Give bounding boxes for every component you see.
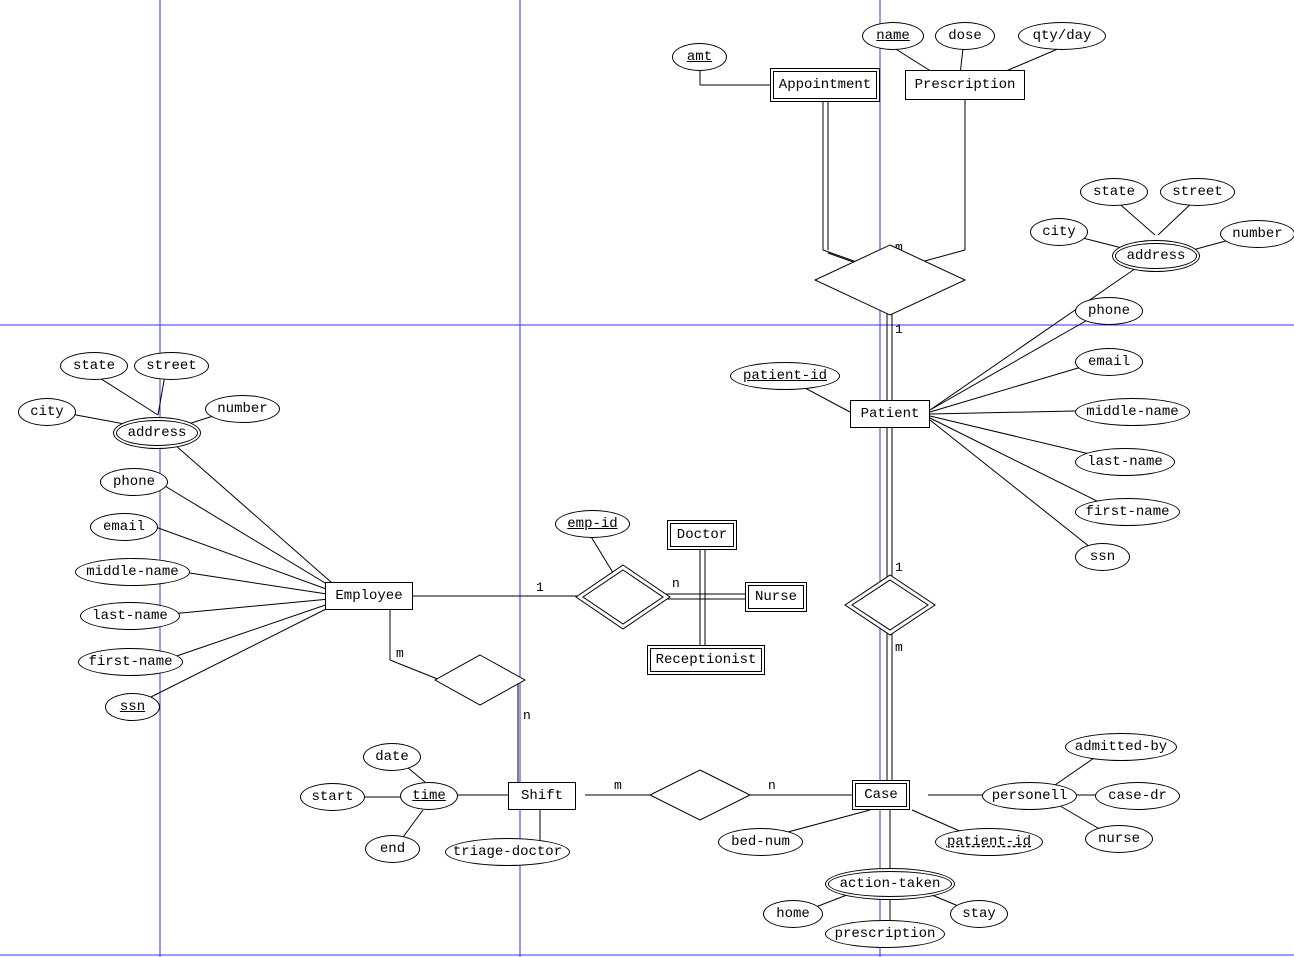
relationships-layer	[0, 0, 1294, 957]
